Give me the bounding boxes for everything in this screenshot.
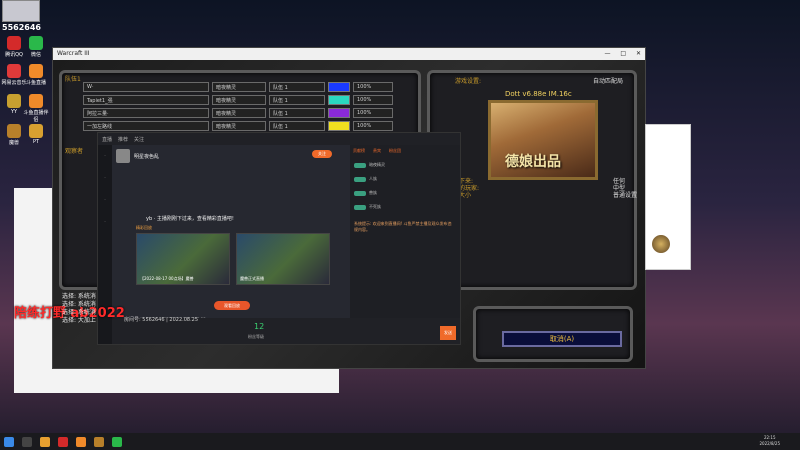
explorer-icon[interactable] <box>40 436 50 447</box>
system-message: 系统提示: 欢迎来到直播间! 斗鱼严禁主播及观众发布违规内容。 <box>354 221 452 232</box>
warcraft-taskbar-icon[interactable] <box>94 436 104 447</box>
send-button[interactable]: 发送 <box>440 326 456 340</box>
douyu-companion-icon[interactable]: 斗鱼直播伴侣 <box>22 94 50 123</box>
team-select[interactable]: 队伍 1 <box>269 95 325 105</box>
replay-label: 精彩回放 <box>136 225 152 230</box>
tab-follow[interactable]: 关注 <box>134 136 144 143</box>
sidebar-item-follow[interactable]: · <box>98 189 112 211</box>
color-swatch[interactable] <box>328 95 350 105</box>
douyu-icon[interactable]: 斗鱼直播 <box>22 64 50 86</box>
race-select[interactable]: 暗夜精灵 <box>212 95 266 105</box>
team-select[interactable]: 队伍 1 <box>269 82 325 92</box>
race-select[interactable]: 暗夜精灵 <box>212 108 266 118</box>
replay-card[interactable]: 【2022-08-17 00点场】魔兽 <box>136 233 230 285</box>
player-name[interactable]: W· <box>83 82 209 92</box>
stream-notice: yb · 主播刚刚下过来，查看精彩直播吧! <box>146 216 234 222</box>
color-swatch[interactable] <box>328 121 350 131</box>
avatar[interactable] <box>116 149 130 163</box>
follow-button[interactable]: 关注 <box>312 150 332 158</box>
chat-column: 贡献榜 贵宾 粉丝团 暗夜精灵 人族 兽族 不死族 系统提示: 欢迎来到直播间!… <box>350 145 460 318</box>
window-titlebar: Warcraft III — □ ✕ <box>53 48 645 60</box>
side-info-right: 任何 中型 普通设置 <box>613 178 638 199</box>
list-item: 兽族 <box>354 187 456 199</box>
player-name[interactable]: Tapiet1_强 <box>83 95 209 105</box>
stream-area: 明星夜色乱 关注 yb · 主播刚刚下过来，查看精彩直播吧! 精彩回放 【202… <box>112 145 352 322</box>
observer-label: 观察者 <box>65 148 84 155</box>
fan-level-label: 粉丝等级 <box>248 334 264 339</box>
watch-replay-button[interactable]: 观看回放 <box>214 301 250 310</box>
pt-icon[interactable]: PT <box>22 124 50 145</box>
sidebar-item-history[interactable]: · <box>98 211 112 233</box>
start-icon[interactable] <box>4 436 14 447</box>
map-name: Dott v6.88e IM.16c <box>505 90 572 98</box>
player-slot-4[interactable]: 一加左路线 暗夜精灵 队伍 1 100% <box>83 121 393 131</box>
handicap-select[interactable]: 100% <box>353 121 393 131</box>
tab-contribution[interactable]: 贡献榜 <box>353 148 365 154</box>
player-name[interactable]: 一加左路线 <box>83 121 209 131</box>
handicap-select[interactable]: 100% <box>353 82 393 92</box>
minimize-icon[interactable]: — <box>604 50 610 57</box>
close-icon[interactable]: ✕ <box>636 50 641 57</box>
douyu-taskbar-icon[interactable] <box>76 436 86 447</box>
avatar[interactable] <box>650 233 672 255</box>
taskbar-clock[interactable]: 22:15 2022/8/25 <box>759 435 780 447</box>
cancel-button[interactable]: 取消(A) <box>502 331 622 347</box>
sidebar-item-home[interactable]: · <box>98 145 112 167</box>
handicap-select[interactable]: 100% <box>353 108 393 118</box>
streamer-name[interactable]: 明星夜色乱 <box>134 153 159 160</box>
overlay-date: 房间号: 5562646 | 2022.08.25 <box>124 317 199 323</box>
streamer-id: 5562646 <box>2 23 41 32</box>
tab-live[interactable]: 直播 <box>102 136 112 143</box>
handicap-select[interactable]: 100% <box>353 95 393 105</box>
player-name[interactable]: 阿拉三量· <box>83 108 209 118</box>
list-item: 人族 <box>354 173 456 185</box>
map-preview: 德娘出品 <box>488 100 598 180</box>
map-banner: 德娘出品 <box>505 154 561 170</box>
race-select[interactable]: 暗夜精灵 <box>212 121 266 131</box>
streamer-logo <box>2 0 40 22</box>
list-item: 不死族 <box>354 201 456 213</box>
wechat-icon[interactable]: 微信 <box>22 36 50 58</box>
list-item: 暗夜精灵 <box>354 159 456 171</box>
window-title: Warcraft III <box>57 50 90 57</box>
wechat-taskbar-icon[interactable] <box>112 436 122 447</box>
color-swatch[interactable] <box>328 82 350 92</box>
stream-client-window: 直播 推荐 关注 · · · · 明星夜色乱 关注 yb · 主播刚刚下过来，查… <box>97 132 461 345</box>
chat-tabs: 贡献榜 贵宾 粉丝团 <box>350 145 460 157</box>
search-icon[interactable] <box>22 436 32 447</box>
sidebar-item-live[interactable]: · <box>98 167 112 189</box>
team-label: 队伍1 <box>65 76 81 83</box>
taskbar: 22:15 2022/8/25 <box>0 433 800 450</box>
team-select[interactable]: 队伍 1 <box>269 108 325 118</box>
client-toolbar: 直播 推荐 关注 <box>98 133 460 145</box>
color-swatch[interactable] <box>328 108 350 118</box>
player-slot-3[interactable]: 阿拉三量· 暗夜精灵 队伍 1 100% <box>83 108 393 118</box>
overlay-chat-lines: 选择: 系统消 选择: 系统消 选择: 系统消 选择: 大加上 <box>62 293 96 324</box>
tab-fans[interactable]: 粉丝团 <box>389 148 401 154</box>
auto-match-label: 自动匹配局 <box>593 78 624 85</box>
qq-taskbar-icon[interactable] <box>58 436 68 447</box>
race-select[interactable]: 暗夜精灵 <box>212 82 266 92</box>
team-select[interactable]: 队伍 1 <box>269 121 325 131</box>
replay-card[interactable]: 魔兽正式直播 <box>236 233 330 285</box>
player-slot-2[interactable]: Tapiet1_强 暗夜精灵 队伍 1 100% <box>83 95 393 105</box>
map-settings-label: 游戏设置: <box>455 78 482 85</box>
replay-list: 【2022-08-17 00点场】魔兽 魔兽正式直播 <box>136 233 330 285</box>
tab-recommend[interactable]: 推荐 <box>118 136 128 143</box>
maximize-icon[interactable]: □ <box>620 50 626 57</box>
fan-level: 12 <box>254 322 265 331</box>
player-slot-1[interactable]: W· 暗夜精灵 队伍 1 100% <box>83 82 393 92</box>
tab-vip[interactable]: 贵宾 <box>373 148 381 154</box>
